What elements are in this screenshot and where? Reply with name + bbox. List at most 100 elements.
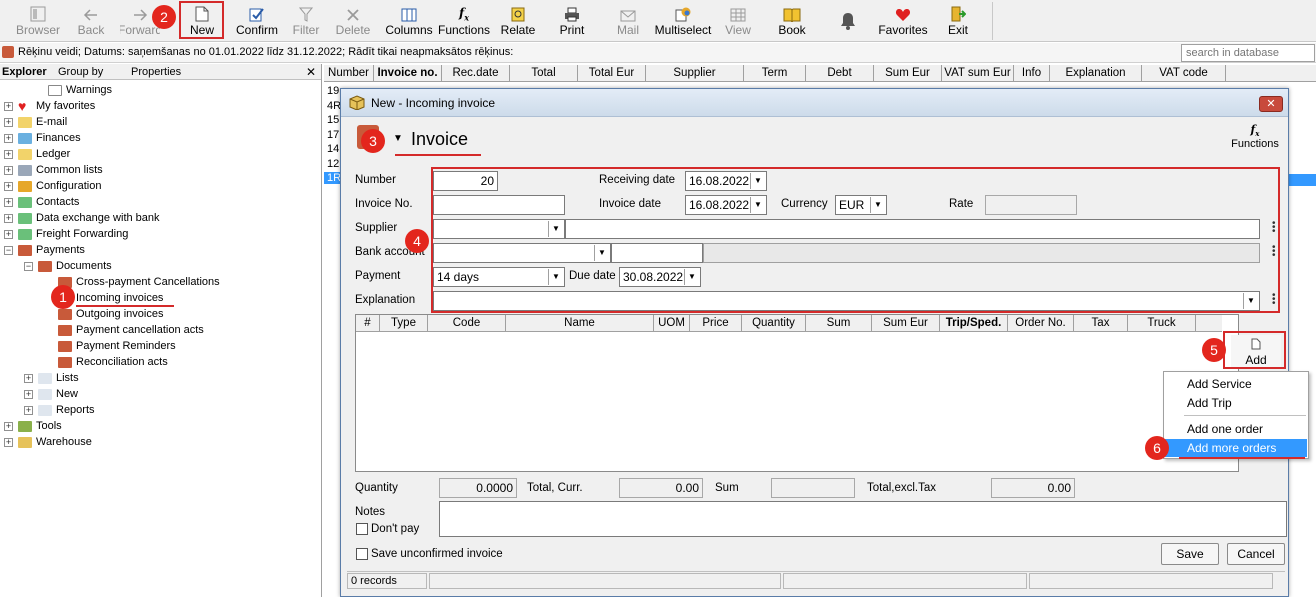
expand-icon[interactable]: + [4, 213, 13, 223]
exit-button[interactable]: Exit [940, 0, 976, 42]
grid-column-header[interactable]: Number [324, 65, 374, 82]
tab-group-by[interactable]: Group by [58, 66, 103, 78]
menu-item-add-more-orders[interactable]: Add more orders [1165, 439, 1307, 457]
tree-item[interactable]: + New [24, 386, 78, 402]
items-column-header[interactable]: Sum [806, 315, 872, 332]
book-button[interactable]: Book [772, 0, 812, 42]
filter-button[interactable]: Filter [286, 0, 326, 42]
tree-item[interactable]: Payment Reminders [58, 338, 176, 354]
close-icon[interactable]: ✕ [306, 65, 316, 79]
menu-item-add-service[interactable]: Add Service [1165, 375, 1307, 393]
tree-item[interactable]: + E-mail [4, 114, 67, 130]
tree-item[interactable]: + Finances [4, 130, 81, 146]
items-column-header[interactable]: Order No. [1008, 315, 1074, 332]
tree-item[interactable]: + Tools [4, 418, 62, 434]
expand-icon[interactable]: + [4, 421, 13, 431]
tree-item[interactable]: + Contacts [4, 194, 79, 210]
expand-icon[interactable]: + [24, 389, 33, 399]
table-row[interactable]: 14 [327, 143, 339, 155]
tree-item[interactable]: + Lists [24, 370, 79, 386]
relate-button[interactable]: Relate [498, 0, 538, 42]
grid-column-header[interactable]: VAT code [1142, 65, 1226, 82]
items-column-header[interactable]: Quantity [742, 315, 806, 332]
grid-column-header[interactable]: Invoice no. [374, 65, 442, 82]
items-column-header[interactable]: Tax [1074, 315, 1128, 332]
table-row[interactable]: 17 [327, 129, 339, 141]
grid-column-header[interactable]: Sum Eur [874, 65, 942, 82]
tab-properties[interactable]: Properties [131, 66, 181, 78]
expand-icon[interactable]: + [24, 373, 33, 383]
items-column-header[interactable]: Price [690, 315, 742, 332]
columns-button[interactable]: Columns [385, 0, 433, 42]
items-column-header[interactable]: Name [506, 315, 654, 332]
expand-icon[interactable]: + [4, 229, 13, 239]
back-button[interactable]: Back [70, 0, 112, 42]
expand-icon[interactable]: + [4, 101, 13, 111]
print-button[interactable]: Print [552, 0, 592, 42]
items-column-header[interactable]: UOM [654, 315, 690, 332]
tree-item[interactable]: + Ledger [4, 146, 70, 162]
items-column-header[interactable]: Code [428, 315, 506, 332]
dialog-close-button[interactable]: ✕ [1259, 96, 1283, 112]
grid-column-header[interactable]: Term [744, 65, 806, 82]
tree-item[interactable]: + Reports [24, 402, 95, 418]
menu-item-add-one-order[interactable]: Add one order [1165, 420, 1307, 438]
favorites-button[interactable]: Favorites [878, 0, 928, 42]
delete-button[interactable]: Delete [332, 0, 374, 42]
items-column-header[interactable]: Sum Eur [872, 315, 940, 332]
items-column-header[interactable]: Truck [1128, 315, 1196, 332]
dont-pay-checkbox[interactable] [356, 523, 368, 535]
tree-item[interactable]: Reconciliation acts [58, 354, 168, 370]
tree-item[interactable]: + Warehouse [4, 434, 92, 450]
expand-icon[interactable]: + [4, 117, 13, 127]
dialog-functions-button[interactable]: fx Functions [1231, 123, 1279, 150]
save-button[interactable]: Save [1161, 543, 1219, 565]
tree-item[interactable]: Cross-payment Cancellations [58, 274, 220, 290]
functions-button[interactable]: fx Functions [438, 0, 490, 42]
table-row[interactable]: 15 [327, 114, 339, 126]
expand-icon[interactable]: + [24, 405, 33, 415]
items-column-header[interactable]: # [356, 315, 380, 332]
expand-icon[interactable]: + [4, 149, 13, 159]
table-row[interactable]: 1R [324, 172, 341, 184]
grid-column-header[interactable]: Debt [806, 65, 874, 82]
tree-item[interactable]: − Payments [4, 242, 85, 258]
expand-icon[interactable]: + [4, 181, 13, 191]
expand-icon[interactable]: + [4, 437, 13, 447]
collapse-icon[interactable]: − [4, 245, 13, 255]
tree-item[interactable]: + ♥ My favorites [4, 98, 95, 114]
tree-item[interactable]: + Freight Forwarding [4, 226, 128, 242]
grid-column-header[interactable]: Info [1014, 65, 1050, 82]
view-button[interactable]: View [718, 0, 758, 42]
tab-explorer[interactable]: Explorer [2, 66, 47, 78]
tree-item[interactable]: Warnings [48, 82, 112, 98]
grid-column-header[interactable]: Supplier [646, 65, 744, 82]
table-row[interactable]: 12 [327, 158, 339, 170]
expand-icon[interactable]: + [4, 197, 13, 207]
tree-item[interactable]: Outgoing invoices [58, 306, 163, 322]
notes-field[interactable] [439, 501, 1287, 537]
cancel-button[interactable]: Cancel [1227, 543, 1285, 565]
expand-icon[interactable]: + [4, 133, 13, 143]
grid-column-header[interactable]: VAT sum Eur [942, 65, 1014, 82]
tree-item[interactable]: Payment cancellation acts [58, 322, 204, 338]
collapse-icon[interactable]: − [24, 261, 33, 271]
search-input[interactable] [1181, 44, 1315, 62]
browser-button[interactable]: Browser [10, 0, 66, 42]
tree-item[interactable]: + Data exchange with bank [4, 210, 160, 226]
expand-icon[interactable]: + [4, 165, 13, 175]
tree-item[interactable]: − Documents [24, 258, 112, 274]
grid-column-header[interactable]: Total [510, 65, 578, 82]
mail-button[interactable]: Mail [608, 0, 648, 42]
save-unconfirmed-checkbox[interactable] [356, 548, 368, 560]
confirm-button[interactable]: Confirm [236, 0, 278, 42]
items-column-header[interactable]: Trip/Sped. [940, 315, 1008, 332]
table-row[interactable]: 4R [327, 100, 341, 112]
tree-item[interactable]: + Configuration [4, 178, 101, 194]
menu-item-add-trip[interactable]: Add Trip [1165, 394, 1307, 412]
invoice-type-dropdown-icon[interactable]: ▼ [393, 133, 403, 144]
table-row[interactable]: 19 [327, 85, 339, 97]
grid-column-header[interactable]: Rec.date [442, 65, 510, 82]
notifications-button[interactable] [830, 0, 866, 42]
grid-column-header[interactable]: Total Eur [578, 65, 646, 82]
